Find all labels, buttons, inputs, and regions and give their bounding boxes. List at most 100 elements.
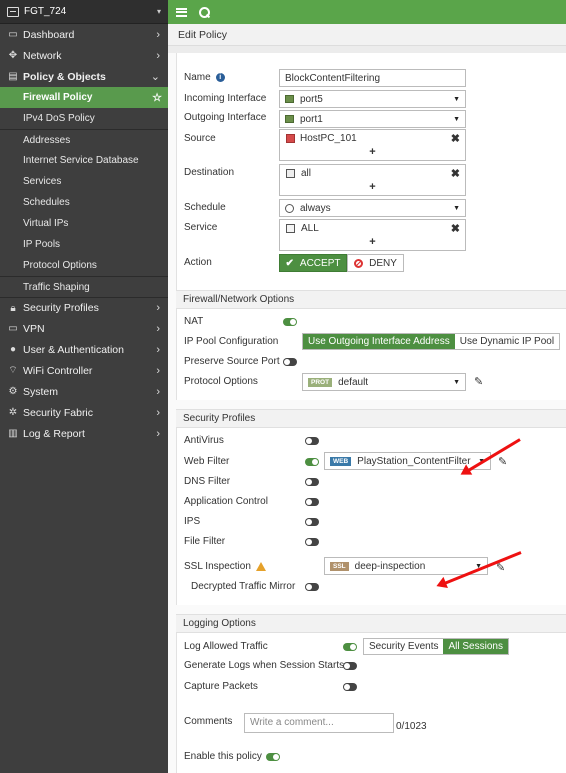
service-value: ALL: [301, 223, 319, 234]
sidebar-item-traffic-shaping[interactable]: Traffic Shaping: [0, 276, 168, 297]
use-outgoing-interface-option[interactable]: Use Outgoing Interface Address: [303, 334, 455, 349]
lock-icon: 🔒︎: [10, 302, 16, 314]
sidebar-item-services[interactable]: Services: [0, 171, 168, 192]
hamburger-menu-icon[interactable]: [176, 7, 187, 17]
sidebar-item-label: Log & Report: [23, 427, 85, 440]
file-filter-toggle[interactable]: [305, 538, 319, 546]
source-field[interactable]: HostPC_101 ✖ +: [279, 129, 466, 161]
name-field[interactable]: BlockContentFiltering: [279, 69, 466, 87]
ssl-inspection-select[interactable]: SSL deep-inspection ▼: [324, 557, 488, 575]
web-filter-toggle[interactable]: [305, 458, 319, 466]
dns-filter-label: DNS Filter: [184, 476, 231, 487]
web-filter-value: PlayStation_ContentFilter: [357, 455, 471, 467]
outgoing-interface-select[interactable]: port1 ▼: [279, 110, 466, 128]
chevron-right-icon: ›: [156, 406, 160, 419]
sidebar-item-label: WiFi Controller: [23, 364, 93, 377]
enable-policy-label: Enable this policy: [184, 751, 262, 762]
log-allowed-traffic-toggle[interactable]: [343, 643, 357, 651]
chevron-right-icon: ›: [156, 427, 160, 440]
add-icon[interactable]: +: [280, 181, 465, 193]
sidebar-item-wifi-controller[interactable]: ⌔ WiFi Controller ›: [0, 360, 168, 381]
sidebar-item-label: IP Pools: [23, 239, 61, 250]
edit-icon[interactable]: ✎: [498, 455, 507, 468]
sidebar-item-vpn[interactable]: ▭ VPN ›: [0, 318, 168, 339]
sidebar-item-firewall-policy[interactable]: Firewall Policy ☆: [0, 87, 168, 108]
info-icon[interactable]: i: [215, 72, 225, 82]
chart-icon: ▥: [8, 428, 18, 439]
application-control-label: Application Control: [184, 496, 268, 507]
gear-icon: ⚙: [8, 386, 18, 397]
service-field[interactable]: ALL ✖ +: [279, 219, 466, 251]
edit-icon[interactable]: ✎: [474, 375, 483, 388]
capture-packets-toggle[interactable]: [343, 683, 357, 691]
log-allowed-traffic-label: Log Allowed Traffic: [184, 641, 268, 652]
remove-icon[interactable]: ✖: [451, 222, 460, 235]
star-icon[interactable]: ☆: [152, 91, 162, 104]
nat-toggle[interactable]: [283, 318, 297, 326]
comments-textarea[interactable]: Write a comment...: [244, 713, 394, 733]
sidebar-item-dashboard[interactable]: ▭ Dashboard ›: [0, 24, 168, 45]
network-icon: ✥: [8, 50, 18, 61]
chevron-down-icon: ⌄: [150, 71, 160, 83]
nat-label: NAT: [184, 316, 204, 327]
protocol-options-select[interactable]: PROT default ▼: [302, 373, 466, 391]
sidebar-item-network[interactable]: ✥ Network ›: [0, 45, 168, 66]
sidebar-item-ip-pools[interactable]: IP Pools: [0, 234, 168, 255]
security-events-option[interactable]: Security Events: [364, 639, 444, 654]
prot-tag: PROT: [308, 377, 333, 387]
destination-field[interactable]: all ✖ +: [279, 164, 466, 196]
sidebar-item-virtual-ips[interactable]: Virtual IPs: [0, 213, 168, 234]
firewall-network-options-header: Firewall/Network Options: [176, 290, 566, 309]
deny-button[interactable]: DENY: [347, 254, 404, 272]
policy-icon: ▤: [8, 71, 18, 82]
application-control-toggle[interactable]: [305, 498, 319, 506]
chevron-right-icon: ›: [156, 302, 160, 314]
use-dynamic-ip-pool-option[interactable]: Use Dynamic IP Pool: [454, 334, 560, 349]
enable-policy-toggle[interactable]: [266, 753, 280, 761]
sidebar-item-security-fabric[interactable]: ✲ Security Fabric ›: [0, 402, 168, 423]
source-entry: HostPC_101: [286, 133, 357, 144]
destination-value: all: [301, 168, 312, 179]
clock-icon: [285, 203, 294, 213]
ssl-tag: SSL: [330, 561, 349, 571]
search-icon[interactable]: [199, 6, 210, 18]
sidebar-item-user-authentication[interactable]: ● User & Authentication ›: [0, 339, 168, 360]
sidebar-item-policy-objects[interactable]: ▤ Policy & Objects ⌄: [0, 66, 168, 87]
sidebar-item-label: System: [23, 385, 59, 398]
sidebar-item-protocol-options[interactable]: Protocol Options: [0, 255, 168, 276]
decrypted-traffic-mirror-toggle[interactable]: [305, 583, 319, 591]
ips-toggle[interactable]: [305, 518, 319, 526]
monitor-icon: ▭: [8, 323, 18, 334]
incoming-interface-label: Incoming Interface: [184, 93, 267, 104]
generate-logs-toggle[interactable]: [343, 662, 357, 670]
add-icon[interactable]: +: [280, 146, 465, 158]
sidebar-item-log-report[interactable]: ▥ Log & Report ›: [0, 423, 168, 444]
sidebar-item-label: Addresses: [23, 134, 71, 146]
service-entry: ALL: [286, 223, 319, 234]
sidebar: FGT_724 ▾ ▭ Dashboard › ✥ Network › ▤ Po…: [0, 0, 168, 773]
sidebar-item-label: Schedules: [23, 197, 70, 208]
chevron-down-icon: ▼: [453, 115, 460, 123]
sidebar-item-system[interactable]: ⚙ System ›: [0, 381, 168, 402]
sidebar-item-label: Network: [23, 49, 62, 62]
add-icon[interactable]: +: [280, 236, 465, 248]
wifi-icon: ⌔: [8, 365, 18, 376]
schedule-select[interactable]: always ▼: [279, 199, 466, 217]
accept-button[interactable]: ✔ ACCEPT: [279, 254, 347, 272]
antivirus-toggle[interactable]: [305, 437, 319, 445]
sidebar-item-addresses[interactable]: Addresses: [0, 129, 168, 150]
sidebar-item-security-profiles[interactable]: 🔒︎ Security Profiles ›: [0, 297, 168, 318]
chevron-down-icon: ▾: [156, 7, 161, 16]
sidebar-item-ipv4-dos-policy[interactable]: IPv4 DoS Policy: [0, 108, 168, 129]
all-sessions-option[interactable]: All Sessions: [443, 639, 508, 654]
preserve-source-port-toggle[interactable]: [283, 358, 297, 366]
sidebar-item-schedules[interactable]: Schedules: [0, 192, 168, 213]
sidebar-item-internet-service-database[interactable]: Internet Service Database: [0, 150, 168, 171]
dns-filter-toggle[interactable]: [305, 478, 319, 486]
chevron-down-icon: ▼: [453, 378, 460, 386]
remove-icon[interactable]: ✖: [451, 132, 460, 145]
incoming-interface-select[interactable]: port5 ▼: [279, 90, 466, 108]
remove-icon[interactable]: ✖: [451, 167, 460, 180]
device-selector[interactable]: FGT_724 ▾: [0, 0, 168, 24]
name-value: BlockContentFiltering: [285, 72, 381, 84]
